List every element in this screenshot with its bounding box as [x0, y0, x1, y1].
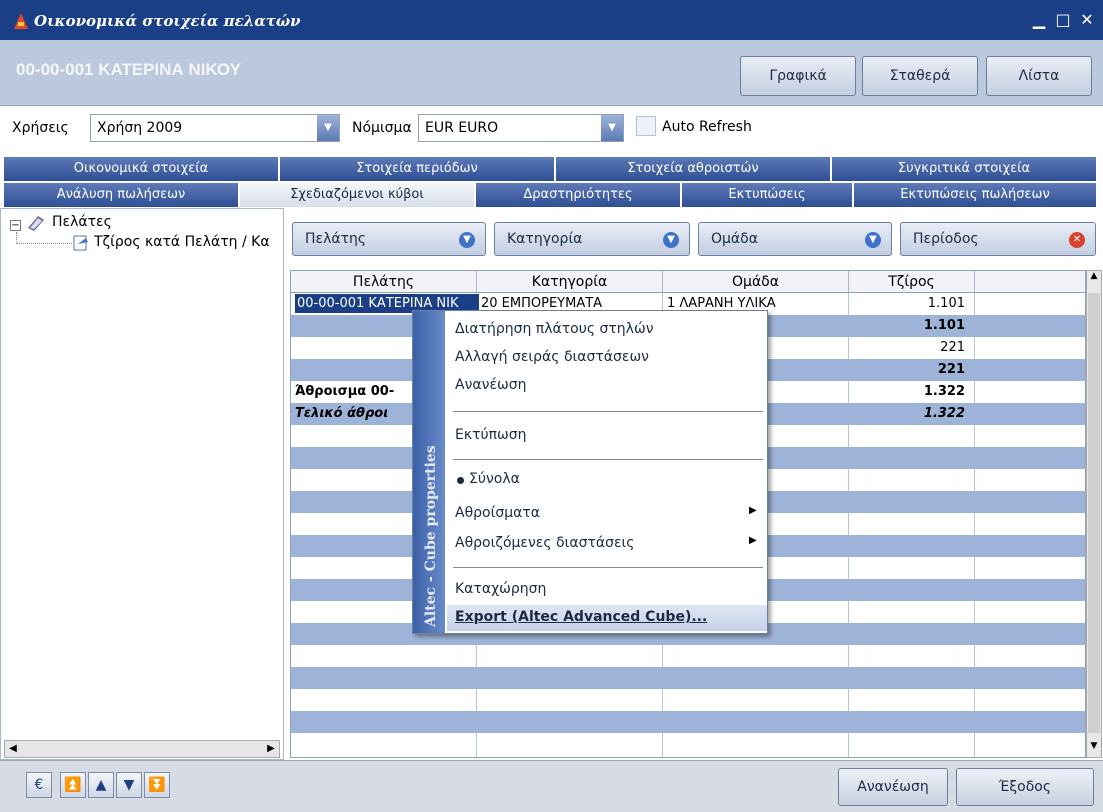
list-button[interactable]: Λίστα [986, 56, 1092, 96]
cube-report-icon [73, 235, 88, 251]
dimension-label: Πελάτης [305, 231, 367, 247]
dimension-category[interactable]: Κατηγορία ▼ [494, 222, 690, 256]
title-bar: Οικονομικά στοιχεία πελατών ▁ □ ✕ [0, 0, 1103, 40]
column-header-customer[interactable]: Πελάτης [291, 271, 477, 293]
arrow-down-circle-icon[interactable]: ▼ [663, 232, 679, 248]
column-header-turnover[interactable]: Τζίρος [849, 271, 975, 293]
tree-horizontal-scrollbar[interactable]: ◀ ▶ [4, 740, 280, 758]
menu-item-save[interactable]: Καταχώρηση [455, 581, 546, 597]
menu-item-export-cube[interactable]: Export (Altec Advanced Cube)... [455, 609, 707, 625]
app-icon [14, 13, 28, 29]
tab-totalizers-data[interactable]: Στοιχεία αθροιστών [556, 157, 832, 181]
currency-select[interactable]: EUR EURO ▼ [418, 114, 624, 142]
menu-item-change-dimension-order[interactable]: Αλλαγή σειράς διαστάσεων [455, 349, 649, 365]
tree-root-customers[interactable]: Πελάτες [52, 214, 112, 230]
menu-separator [453, 567, 763, 568]
dimension-customer[interactable]: Πελάτης ▼ [292, 222, 486, 256]
tab-activities[interactable]: Δραστηριότητες [476, 183, 682, 207]
table-cell[interactable]: 1.322 [853, 384, 965, 399]
table-cell[interactable]: 1.322 [853, 406, 965, 421]
collapse-icon[interactable]: − [10, 220, 21, 231]
arrow-down-circle-icon[interactable]: ▼ [459, 232, 475, 248]
menu-separator [453, 411, 763, 412]
window-title: Οικονομικά στοιχεία πελατών [34, 12, 301, 30]
auto-refresh-checkbox[interactable] [636, 116, 656, 136]
chevron-down-icon[interactable]: ▼ [317, 115, 339, 141]
currency-label: Νόμισμα [352, 120, 412, 136]
dimension-label: Περίοδος [913, 231, 979, 247]
radio-dot-icon [457, 477, 464, 484]
tab-sales-prints[interactable]: Εκτυπώσεις πωλήσεων [854, 183, 1098, 207]
arrow-down-circle-icon[interactable]: ▼ [865, 232, 881, 248]
submenu-arrow-icon: ▶ [749, 505, 757, 516]
tree-line [16, 243, 72, 244]
remove-circle-icon[interactable]: ✕ [1069, 232, 1085, 248]
menu-item-refresh[interactable]: Ανανέωση [455, 377, 526, 393]
previous-record-icon[interactable]: ▲ [88, 772, 114, 798]
tab-prints[interactable]: Εκτυπώσεις [682, 183, 854, 207]
cube-tree [0, 208, 284, 760]
table-cell[interactable]: 1.101 [853, 296, 965, 311]
euro-currency-button[interactable]: € [26, 772, 52, 798]
maximize-icon[interactable]: □ [1052, 10, 1074, 29]
scroll-down-icon[interactable]: ▼ [1087, 741, 1101, 757]
years-select[interactable]: Χρήση 2009 ▼ [90, 114, 340, 142]
scroll-left-icon[interactable]: ◀ [5, 741, 21, 757]
years-value: Χρήση 2009 [97, 120, 183, 136]
scroll-right-icon[interactable]: ▶ [263, 741, 279, 757]
fixed-button[interactable]: Σταθερά [862, 56, 978, 96]
menu-item-print[interactable]: Εκτύπωση [455, 427, 527, 443]
exit-button[interactable]: Έξοδος [956, 768, 1094, 806]
next-record-icon[interactable]: ▼ [116, 772, 142, 798]
tab-sales-analysis[interactable]: Ανάλυση πωλήσεων [4, 183, 240, 207]
table-cell[interactable]: 1 ΛΑΡΑΝΗ ΥΛΙΚΑ [667, 296, 845, 311]
table-row[interactable] [291, 711, 1085, 733]
refresh-button[interactable]: Ανανέωση [838, 768, 948, 806]
tab-financial-data[interactable]: Οικονομικά στοιχεία [4, 157, 280, 181]
table-cell[interactable]: 20 ΕΜΠΟΡΕΥΜΑΤΑ [481, 296, 659, 311]
auto-refresh-label: Auto Refresh [662, 119, 752, 135]
charts-button[interactable]: Γραφικά [740, 56, 856, 96]
menu-side-title: Altec - Cube properties [423, 445, 439, 628]
first-record-icon[interactable]: ⏫ [60, 772, 86, 798]
column-header-category[interactable]: Κατηγορία [477, 271, 663, 293]
menu-item-summed-dimensions[interactable]: Αθροιζόμενες διαστάσεις [455, 535, 635, 551]
tab-designed-cubes[interactable]: Σχεδιαζόμενοι κύβοι [240, 183, 476, 207]
folder-book-icon [28, 216, 44, 231]
dimension-period[interactable]: Περίοδος ✕ [900, 222, 1096, 256]
last-record-icon[interactable]: ⏬ [144, 772, 170, 798]
cube-properties-menu: Altec - Cube properties Διατήρηση πλάτου… [412, 310, 768, 634]
menu-separator [453, 459, 763, 460]
grid-vertical-scrollbar[interactable]: ▲ ▼ [1086, 270, 1102, 758]
table-row[interactable] [291, 689, 1085, 711]
dimension-label: Κατηγορία [507, 231, 583, 247]
column-header-empty [975, 271, 1085, 293]
column-header-group[interactable]: Ομάδα [663, 271, 849, 293]
table-cell[interactable]: 1.101 [853, 318, 965, 333]
tree-item-turnover-by-customer[interactable]: Τζίρος κατά Πελάτη / Κα [94, 234, 282, 250]
table-cell[interactable]: 221 [853, 362, 965, 377]
close-icon[interactable]: ✕ [1076, 10, 1098, 29]
dimension-group[interactable]: Ομάδα ▼ [698, 222, 892, 256]
dimension-label: Ομάδα [711, 231, 758, 247]
menu-item-totals[interactable]: Σύνολα [469, 471, 520, 487]
scroll-up-icon[interactable]: ▲ [1087, 271, 1101, 287]
tab-comparative-data[interactable]: Συγκριτικά στοιχεία [832, 157, 1098, 181]
minimize-icon[interactable]: ▁ [1028, 10, 1050, 29]
currency-value: EUR EURO [425, 120, 499, 136]
years-label: Χρήσεις [12, 120, 69, 136]
table-row[interactable] [291, 733, 1085, 755]
menu-side-banner: Altec - Cube properties [413, 311, 445, 633]
table-cell[interactable]: 221 [853, 340, 965, 355]
scroll-thumb[interactable] [1088, 293, 1100, 733]
table-row[interactable] [291, 667, 1085, 689]
table-row[interactable] [291, 645, 1085, 667]
chevron-down-icon[interactable]: ▼ [601, 115, 623, 141]
menu-item-sums[interactable]: Αθροίσματα [455, 505, 540, 521]
menu-item-keep-column-width[interactable]: Διατήρηση πλάτους στηλών [455, 321, 654, 337]
tab-period-data[interactable]: Στοιχεία περιόδων [280, 157, 556, 181]
submenu-arrow-icon: ▶ [749, 535, 757, 546]
customer-name: 00-00-001 ΚΑΤΕΡΙΝΑ ΝΙΚΟΥ [16, 60, 242, 79]
